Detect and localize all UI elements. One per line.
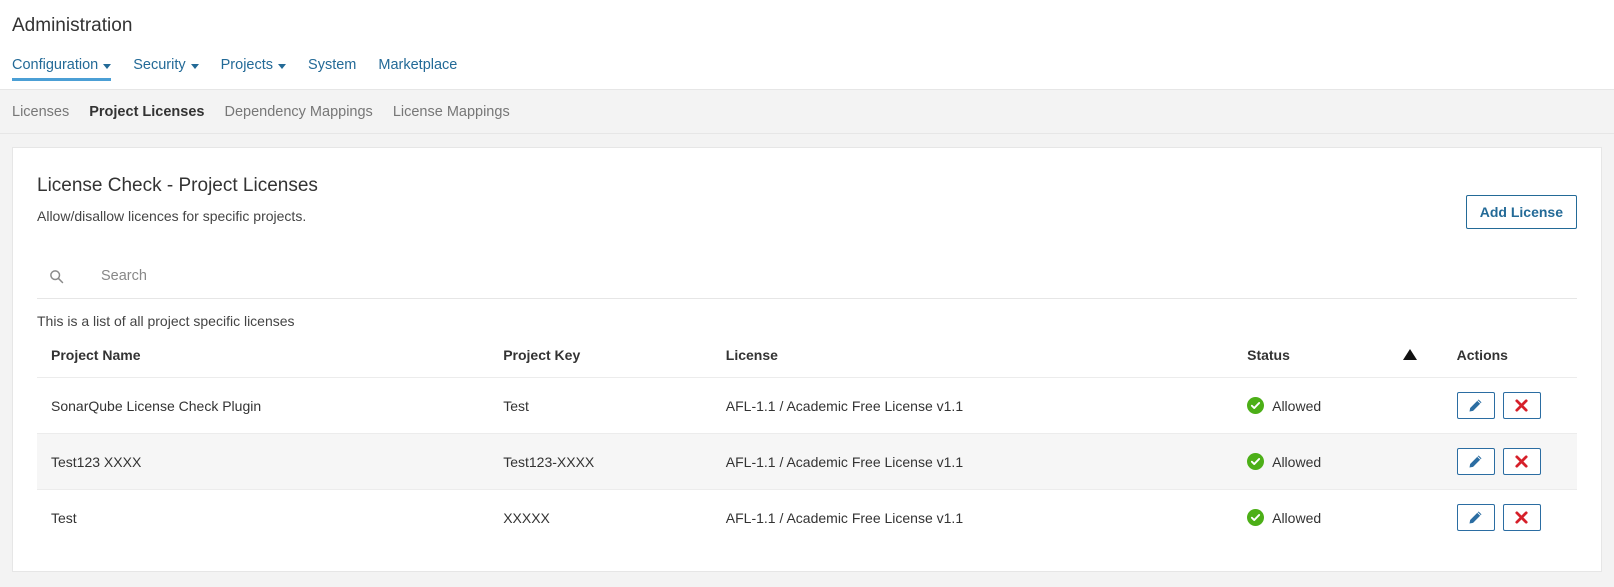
check-circle-icon: [1247, 453, 1265, 470]
nav-item-label: Configuration: [12, 57, 99, 73]
nav-item-label: System: [308, 57, 357, 73]
cell-actions: [1456, 433, 1577, 490]
cell-license: AFL-1.1 / Academic Free License v1.1: [725, 433, 1248, 490]
table-row: Test123 XXXX Test123-XXXX AFL-1.1 / Acad…: [37, 433, 1577, 490]
add-license-button[interactable]: Add License: [1465, 195, 1577, 229]
cell-project-name: SonarQube License Check Plugin: [37, 377, 504, 434]
table-row: Test XXXXX AFL-1.1 / Academic Free Licen…: [37, 489, 1577, 545]
triangle-up-icon: [1402, 349, 1417, 360]
card-header-text: License Check - Project Licenses Allow/d…: [37, 174, 318, 225]
status-badge: Allowed: [1247, 453, 1457, 470]
search-input[interactable]: [99, 267, 359, 285]
column-header-license[interactable]: License: [726, 341, 1247, 378]
cell-license: AFL-1.1 / Academic Free License v1.1: [725, 377, 1248, 434]
nav-item-configuration[interactable]: Configuration: [12, 56, 120, 81]
column-header-project-name[interactable]: Project Name: [37, 341, 503, 378]
delete-button[interactable]: [1502, 448, 1541, 475]
nav-item-security[interactable]: Security: [124, 56, 207, 81]
nav-item-label: Marketplace: [378, 57, 458, 73]
delete-button[interactable]: [1502, 504, 1541, 531]
cell-status: Allowed: [1247, 377, 1457, 434]
status-badge: Allowed: [1247, 397, 1457, 414]
nav-item-system[interactable]: System: [299, 56, 365, 81]
cell-project-name: Test123 XXXX: [37, 433, 504, 490]
status-label: Allowed: [1272, 397, 1322, 414]
card-title: License Check - Project Licenses: [37, 175, 318, 196]
page-title: Administration: [12, 15, 133, 36]
nav-item-label: Projects: [220, 57, 274, 73]
edit-button[interactable]: [1456, 448, 1495, 475]
status-label: Allowed: [1272, 453, 1322, 470]
sub-navigation: Licenses Project Licenses Dependency Map…: [0, 89, 1614, 134]
main-navigation: Configuration Security Projects System M…: [0, 49, 1614, 81]
search-icon: [49, 269, 71, 284]
sub-nav-item-licenses[interactable]: Licenses: [12, 104, 69, 120]
project-licenses-table: Project Name Project Key License Status …: [37, 341, 1577, 545]
edit-button[interactable]: [1456, 504, 1495, 531]
table-header-row: Project Name Project Key License Status …: [37, 341, 1577, 378]
sub-nav-item-dependency-mappings[interactable]: Dependency Mappings: [224, 104, 372, 120]
column-header-status[interactable]: Status: [1247, 341, 1402, 378]
row-actions: [1456, 448, 1577, 475]
cell-status: Allowed: [1247, 433, 1457, 490]
delete-button[interactable]: [1502, 392, 1541, 419]
cell-actions: [1456, 489, 1577, 545]
nav-item-label: Security: [133, 57, 186, 73]
chevron-down-icon: [103, 63, 112, 69]
table-caption: This is a list of all project specific l…: [37, 313, 295, 329]
status-label: Allowed: [1272, 509, 1322, 526]
row-actions: [1456, 504, 1577, 531]
project-licenses-card: License Check - Project Licenses Allow/d…: [12, 147, 1602, 572]
cell-project-key: Test123-XXXX: [503, 433, 726, 490]
cell-project-key: Test: [503, 377, 726, 434]
sub-nav-item-license-mappings[interactable]: License Mappings: [393, 104, 510, 120]
check-circle-icon: [1247, 397, 1265, 414]
chevron-down-icon: [278, 63, 287, 69]
table-row: SonarQube License Check Plugin Test AFL-…: [37, 377, 1577, 434]
card-subtitle: Allow/disallow licences for specific pro…: [37, 208, 307, 224]
cell-actions: [1456, 377, 1577, 434]
card-header: License Check - Project Licenses Allow/d…: [37, 148, 1577, 229]
cell-status: Allowed: [1247, 489, 1457, 545]
cell-project-key: XXXXX: [503, 489, 726, 545]
search-row: [37, 267, 1577, 299]
table-header: Project Name Project Key License Status …: [37, 341, 1577, 378]
nav-item-marketplace[interactable]: Marketplace: [369, 56, 466, 81]
chevron-down-icon: [190, 63, 199, 69]
row-actions: [1456, 392, 1577, 419]
column-header-actions: Actions: [1456, 347, 1508, 363]
edit-button[interactable]: [1456, 392, 1495, 419]
cell-project-name: Test: [37, 489, 504, 545]
table-body: SonarQube License Check Plugin Test AFL-…: [37, 377, 1577, 545]
check-circle-icon: [1247, 509, 1265, 526]
top-header: Administration Configuration Security Pr…: [0, 0, 1614, 89]
column-header-project-key[interactable]: Project Key: [503, 341, 726, 378]
sub-nav-item-project-licenses[interactable]: Project Licenses: [89, 104, 204, 120]
status-badge: Allowed: [1247, 509, 1457, 526]
sort-indicator-cell[interactable]: [1402, 341, 1457, 378]
nav-item-projects[interactable]: Projects: [212, 56, 295, 81]
cell-license: AFL-1.1 / Academic Free License v1.1: [725, 489, 1248, 545]
